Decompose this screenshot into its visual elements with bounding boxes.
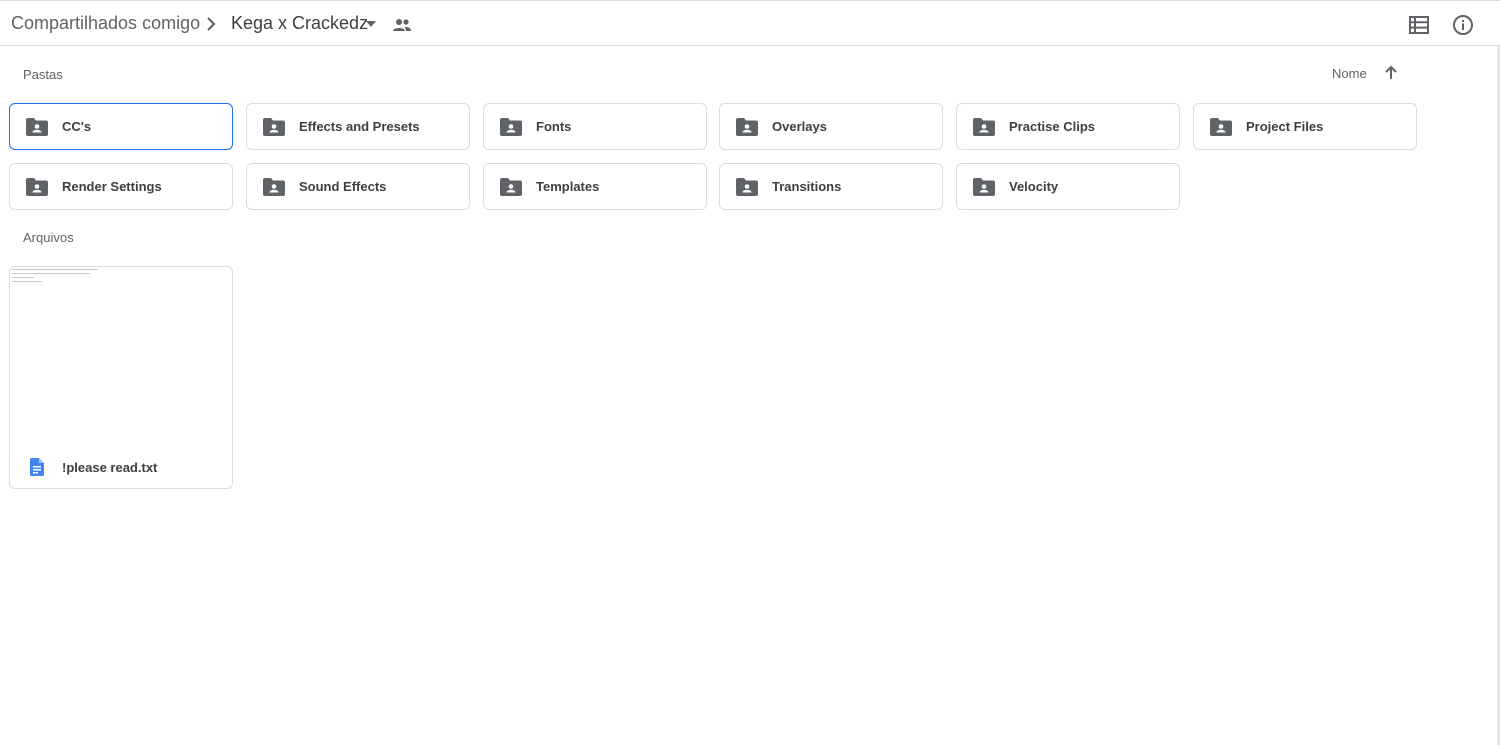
chevron-right-icon bbox=[207, 17, 216, 31]
shared-folder-icon bbox=[26, 178, 48, 196]
folder-name: Effects and Presets bbox=[299, 119, 420, 134]
breadcrumb-current[interactable]: Kega x Crackedz bbox=[231, 13, 368, 34]
folder-name: Fonts bbox=[536, 119, 572, 134]
shared-folder-icon bbox=[736, 118, 758, 136]
folder-card[interactable]: Practise Clips bbox=[956, 103, 1180, 150]
folder-card[interactable]: Effects and Presets bbox=[246, 103, 470, 150]
top-bar: Compartilhados comigo Kega x Crackedz bbox=[0, 0, 1500, 46]
shared-folder-icon bbox=[500, 118, 522, 136]
folder-card[interactable]: Render Settings bbox=[9, 163, 233, 210]
list-view-icon[interactable] bbox=[1407, 13, 1431, 37]
folder-name: CC's bbox=[62, 119, 92, 134]
folder-card[interactable]: Transitions bbox=[719, 163, 943, 210]
shared-folder-icon bbox=[973, 118, 995, 136]
shared-folder-icon bbox=[500, 178, 522, 196]
arrow-up-icon[interactable] bbox=[1382, 64, 1400, 82]
folder-name: Transitions bbox=[772, 179, 842, 194]
folder-name: Sound Effects bbox=[299, 179, 387, 194]
info-icon[interactable] bbox=[1451, 13, 1475, 37]
sort-by-name-button[interactable]: Nome bbox=[1332, 66, 1367, 81]
folder-card[interactable]: Templates bbox=[483, 163, 707, 210]
folders-section-label: Pastas bbox=[23, 67, 63, 82]
folder-name: Render Settings bbox=[62, 179, 162, 194]
breadcrumb-root[interactable]: Compartilhados comigo bbox=[11, 13, 200, 34]
folder-name: Practise Clips bbox=[1009, 119, 1095, 134]
folder-card[interactable]: Fonts bbox=[483, 103, 707, 150]
folder-card[interactable]: Sound Effects bbox=[246, 163, 470, 210]
google-doc-icon bbox=[30, 458, 44, 476]
folder-card[interactable]: Project Files bbox=[1193, 103, 1417, 150]
folder-name: Velocity bbox=[1009, 179, 1059, 194]
folder-name: Overlays bbox=[772, 119, 827, 134]
file-name: !please read.txt bbox=[62, 460, 158, 475]
file-preview-thumbnail bbox=[10, 267, 232, 443]
shared-folder-icon bbox=[263, 178, 285, 196]
file-card[interactable]: !please read.txt bbox=[9, 266, 233, 489]
shared-folder-icon bbox=[973, 178, 995, 196]
shared-folder-icon bbox=[1210, 118, 1232, 136]
people-icon bbox=[393, 19, 411, 31]
folder-card[interactable]: CC's bbox=[9, 103, 233, 150]
folder-name: Project Files bbox=[1246, 119, 1324, 134]
file-footer: !please read.txt bbox=[10, 447, 232, 488]
shared-folder-icon bbox=[263, 118, 285, 136]
arrow-drop-down-icon[interactable] bbox=[364, 18, 378, 30]
folder-card[interactable]: Velocity bbox=[956, 163, 1180, 210]
shared-folder-icon bbox=[736, 178, 758, 196]
folder-card[interactable]: Overlays bbox=[719, 103, 943, 150]
shared-folder-icon bbox=[26, 118, 48, 136]
folder-name: Templates bbox=[536, 179, 600, 194]
files-section-label: Arquivos bbox=[23, 230, 74, 245]
